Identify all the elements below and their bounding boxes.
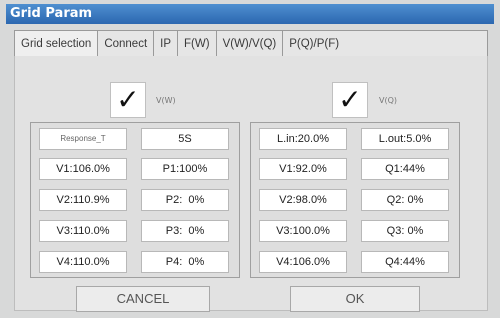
grid-param-window: Grid Param Grid selection Connect IP F(W…	[0, 0, 500, 318]
tab-ip[interactable]: IP	[154, 31, 179, 57]
vq-q2-field[interactable]: Q2: 0%	[361, 189, 449, 211]
tab-connect[interactable]: Connect	[98, 31, 155, 57]
vq-lin-field[interactable]: L.in:20.0%	[259, 128, 347, 150]
vq-v1-field[interactable]: V1:92.0%	[259, 158, 347, 180]
vw-p4-field[interactable]: P4: 0%	[141, 251, 229, 273]
tab-vw-vq[interactable]: V(W)/V(Q)	[217, 31, 284, 57]
vq-v2-field[interactable]: V2:98.0%	[259, 189, 347, 211]
vq-q3-field[interactable]: Q3: 0%	[361, 220, 449, 242]
vq-q1-field[interactable]: Q1:44%	[361, 158, 449, 180]
vw-v3-field[interactable]: V3:110.0%	[39, 220, 127, 242]
tab-grid-selection[interactable]: Grid selection	[15, 31, 99, 57]
vw-v2-field[interactable]: V2:110.9%	[39, 189, 127, 211]
vq-checkbox[interactable]: ✓	[332, 82, 368, 118]
cancel-button[interactable]: CANCEL	[76, 286, 210, 312]
response-time-label: Response_T	[39, 128, 127, 150]
vw-p2-field[interactable]: P2: 0%	[141, 189, 229, 211]
vw-p3-field[interactable]: P3: 0%	[141, 220, 229, 242]
check-mark-icon: ✓	[338, 83, 362, 116]
vw-checkbox[interactable]: ✓	[110, 82, 146, 118]
vw-v1-field[interactable]: V1:106.0%	[39, 158, 127, 180]
tab-bar: Grid selection Connect IP F(W) V(W)/V(Q)…	[14, 30, 488, 58]
window-title: Grid Param	[6, 4, 494, 24]
vw-p1-field[interactable]: P1:100%	[141, 158, 229, 180]
vq-v4-field[interactable]: V4:106.0%	[259, 251, 347, 273]
response-time-field[interactable]: 5S	[141, 128, 229, 150]
vq-checkbox-label: V(Q)	[379, 96, 398, 105]
vw-v4-field[interactable]: V4:110.0%	[39, 251, 127, 273]
vq-lout-field[interactable]: L.out:5.0%	[361, 128, 449, 150]
check-mark-icon: ✓	[116, 83, 140, 116]
ok-button[interactable]: OK	[290, 286, 420, 312]
vq-v3-field[interactable]: V3:100.0%	[259, 220, 347, 242]
tab-pq-pf[interactable]: P(Q)/P(F)	[283, 31, 345, 57]
tab-fw[interactable]: F(W)	[178, 31, 217, 57]
vw-checkbox-label: V(W)	[156, 96, 176, 105]
vq-q4-field[interactable]: Q4:44%	[361, 251, 449, 273]
